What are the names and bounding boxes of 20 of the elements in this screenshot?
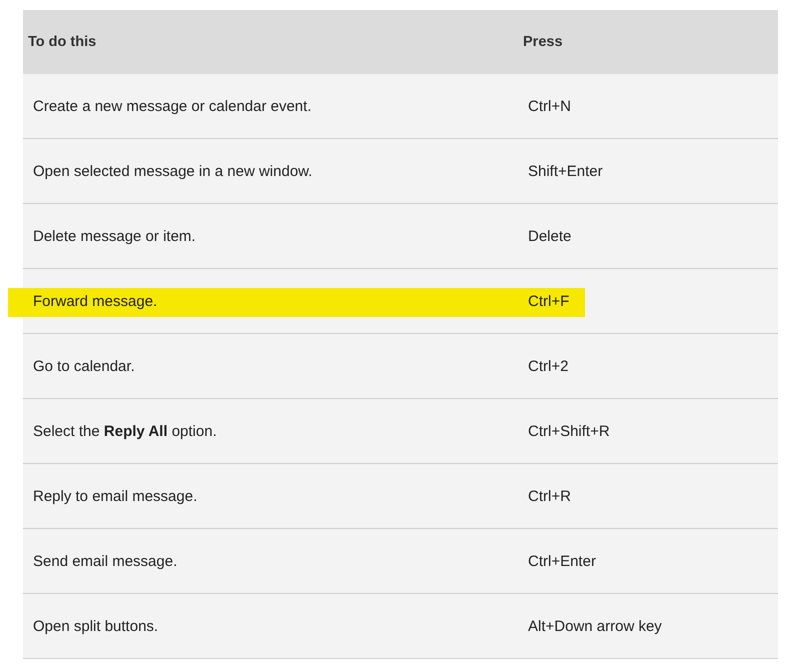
action-text: Forward message. [33, 292, 158, 310]
shortcut-text: Ctrl+R [528, 488, 571, 504]
action-text: Delete message or item. [33, 228, 196, 244]
column-header: Press [523, 34, 563, 50]
shortcut-text: Delete [528, 228, 572, 244]
action-text: Open split buttons. [33, 618, 158, 634]
shortcut-text: Ctrl+2 [528, 358, 568, 374]
action-text: Reply to email message. [33, 488, 198, 504]
shortcut-text: Ctrl+Shift+R [528, 422, 610, 440]
action-text: Open selected message in a new window. [33, 162, 312, 180]
shortcut-text: Ctrl+Enter [528, 552, 596, 570]
column-header: To do this [28, 34, 96, 50]
shortcut-text: Ctrl+F [528, 292, 570, 310]
action-text: Go to calendar. [33, 358, 135, 374]
action-text: Select the Reply All option. [33, 422, 217, 440]
shortcut-text: Alt+Down arrow key [528, 618, 662, 634]
action-text: Send email message. [33, 552, 178, 570]
shortcut-text: Shift+Enter [528, 162, 603, 180]
action-text: Create a new message or calendar event. [33, 98, 312, 114]
shortcut-text: Ctrl+N [528, 98, 571, 114]
